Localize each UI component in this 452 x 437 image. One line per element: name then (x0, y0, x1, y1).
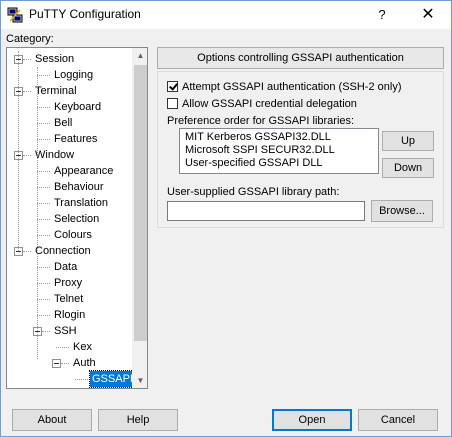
putty-app-icon (7, 7, 23, 23)
tree-connector (23, 155, 31, 156)
help-icon[interactable]: ? (363, 1, 401, 29)
tree-connector (37, 139, 50, 140)
category-label: Category: (6, 33, 54, 45)
up-button[interactable]: Up (382, 131, 434, 151)
tree-connector (18, 51, 19, 251)
tree-item-data[interactable]: Data (52, 259, 79, 275)
tree-connector (37, 283, 50, 284)
tree-item-selection[interactable]: Selection (52, 211, 101, 227)
close-icon[interactable]: ✕ (405, 1, 451, 29)
library-path-label: User-supplied GSSAPI library path: (167, 186, 340, 198)
tree-connector (37, 203, 50, 204)
tree-connector (37, 235, 50, 236)
tree-item-translation[interactable]: Translation (52, 195, 110, 211)
tree-connector (37, 123, 50, 124)
tree-connector (23, 251, 31, 252)
tree-item-session[interactable]: Session (33, 51, 76, 67)
tree-item-behaviour[interactable]: Behaviour (52, 179, 106, 195)
tree-item-features[interactable]: Features (52, 131, 99, 147)
list-item[interactable]: Microsoft SSPI SECUR32.DLL (185, 143, 335, 157)
scroll-up-icon[interactable]: ▲ (133, 48, 147, 63)
open-button[interactable]: Open (272, 409, 352, 431)
tree-connector (23, 59, 31, 60)
cancel-button[interactable]: Cancel (358, 409, 438, 431)
list-item[interactable]: User-specified GSSAPI DLL (185, 156, 323, 170)
down-button[interactable]: Down (382, 158, 434, 178)
tree-connector (37, 67, 38, 359)
tree-connector (37, 187, 50, 188)
list-item[interactable]: MIT Kerberos GSSAPI32.DLL (185, 130, 331, 144)
tree-expander-icon[interactable] (52, 359, 61, 368)
tree-item-keyboard[interactable]: Keyboard (52, 99, 103, 115)
tree-connector (37, 219, 50, 220)
library-path-input[interactable] (167, 201, 365, 221)
browse-button[interactable]: Browse... (371, 200, 433, 222)
tree-item-proxy[interactable]: Proxy (52, 275, 84, 291)
tree-connector (37, 267, 50, 268)
tree-connector (37, 107, 50, 108)
preference-order-label: Preference order for GSSAPI libraries: (167, 115, 355, 127)
tree-connector (37, 315, 50, 316)
tree-item-gssapi[interactable]: GSSAPI (89, 370, 136, 388)
putty-config-window: PuTTY Configuration ? ✕ Category: Sessio… (0, 0, 452, 437)
tree-item-logging[interactable]: Logging (52, 67, 95, 83)
tree-item-rlogin[interactable]: Rlogin (52, 307, 87, 323)
help-button[interactable]: Help (98, 409, 178, 431)
tree-connector (37, 75, 50, 76)
scroll-down-icon[interactable]: ▼ (133, 373, 147, 388)
tree-item-ssh[interactable]: SSH (52, 323, 79, 339)
tree-item-bell[interactable]: Bell (52, 115, 74, 131)
tree-item-kex[interactable]: Kex (71, 339, 94, 355)
attempt-gssapi-label[interactable]: Attempt GSSAPI authentication (SSH-2 onl… (182, 79, 402, 95)
allow-delegation-checkbox[interactable] (167, 98, 178, 109)
tree-item-appearance[interactable]: Appearance (52, 163, 115, 179)
about-button[interactable]: About (12, 409, 92, 431)
tree-item-auth[interactable]: Auth (71, 355, 98, 371)
tree-connector (56, 347, 69, 348)
attempt-gssapi-checkbox[interactable] (167, 81, 178, 92)
scroll-thumb[interactable] (134, 65, 147, 341)
tree-item-terminal[interactable]: Terminal (33, 83, 79, 99)
title-bar: PuTTY Configuration ? ✕ (1, 1, 451, 29)
tree-connector (75, 379, 88, 380)
allow-delegation-label[interactable]: Allow GSSAPI credential delegation (182, 96, 357, 112)
tree-item-telnet[interactable]: Telnet (52, 291, 85, 307)
tree-connector (23, 91, 31, 92)
tree-connector (37, 171, 50, 172)
tree-item-colours[interactable]: Colours (52, 227, 94, 243)
tree-connector (42, 331, 50, 332)
panel-header: Options controlling GSSAPI authenticatio… (157, 47, 444, 69)
tree-scrollbar[interactable]: ▲ ▼ (132, 48, 147, 388)
tree-connector (37, 299, 50, 300)
tree-item-connection[interactable]: Connection (33, 243, 93, 259)
tree-connector (61, 363, 69, 364)
gssapi-library-list[interactable]: MIT Kerberos GSSAPI32.DLL Microsoft SSPI… (179, 128, 379, 174)
tree-item-window[interactable]: Window (33, 147, 76, 163)
window-title: PuTTY Configuration (29, 7, 141, 21)
category-tree[interactable]: Session Logging Terminal Keyboard Bell Featur… (6, 47, 148, 389)
